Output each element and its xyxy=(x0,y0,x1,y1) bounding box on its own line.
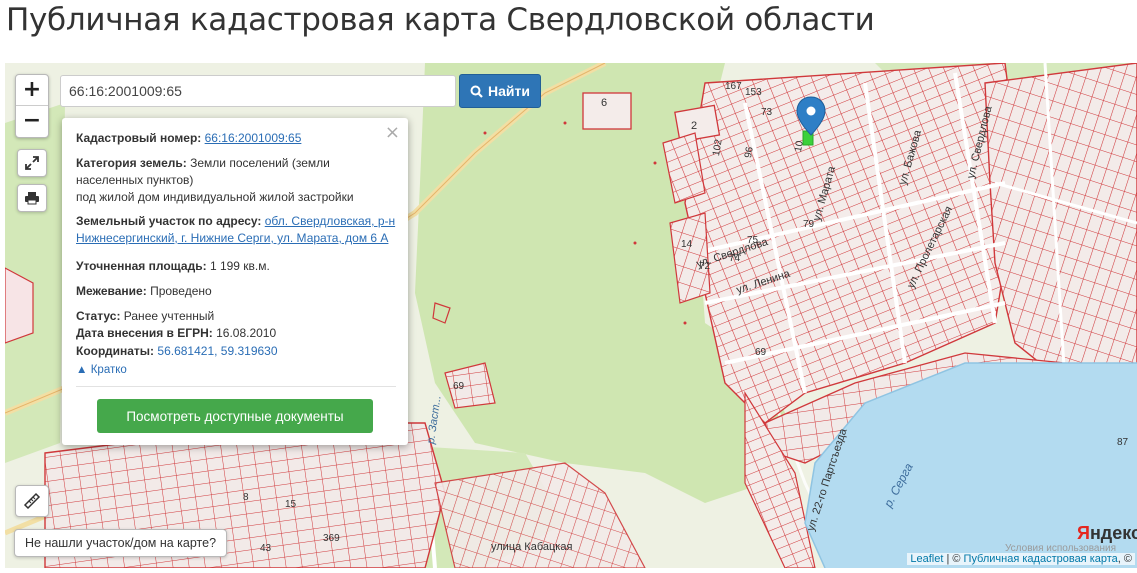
map-view[interactable]: 6 2 167 153 73 102 96 10 14 72 74 75 79 … xyxy=(5,63,1137,568)
area-value: 1 199 кв.м. xyxy=(209,259,270,273)
page-title: Публичная кадастровая карта Свердловской… xyxy=(6,2,875,38)
status-value: Ранее учтенный xyxy=(123,309,215,323)
leaflet-link[interactable]: Leaflet xyxy=(910,553,943,565)
coordinates-row: Координаты: 56.681421, 59.319630 xyxy=(76,343,396,360)
fullscreen-button[interactable] xyxy=(17,149,47,177)
not-found-button[interactable]: Не нашли участок/дом на карте? xyxy=(14,529,228,557)
parcel-number-label: 8 xyxy=(243,492,249,503)
coordinates-label: Координаты: xyxy=(76,344,155,358)
survey-label: Межевание: xyxy=(76,284,147,298)
ruler-icon xyxy=(23,492,41,510)
status-label: Статус: xyxy=(76,309,121,323)
parcel-number-label: 69 xyxy=(755,347,767,358)
parcel-number-label: 10 xyxy=(793,140,806,153)
ruler-button[interactable] xyxy=(15,485,49,517)
address-row: Земельный участок по адресу: обл. Свердл… xyxy=(76,213,396,247)
view-documents-button[interactable]: Посмотреть доступные документы xyxy=(97,399,373,433)
parcel-number-label: 14 xyxy=(681,239,693,250)
cadastral-number-link[interactable]: 66:16:2001009:65 xyxy=(205,131,302,145)
collapse-toggle[interactable]: ▲ Кратко xyxy=(76,361,396,379)
expand-arrows-icon xyxy=(25,156,39,170)
print-button[interactable] xyxy=(17,184,47,212)
collapse-toggle-label: Кратко xyxy=(90,364,127,376)
divider xyxy=(76,386,396,387)
search-button[interactable]: Найти xyxy=(459,74,541,108)
egrn-date-label: Дата внесения в ЕГРН: xyxy=(76,326,213,340)
parcel-number-label: 369 xyxy=(323,533,340,544)
parcel-number-label: 79 xyxy=(803,219,815,230)
zoom-in-button[interactable]: + xyxy=(16,75,48,105)
egrn-date-row: Дата внесения в ЕГРН: 16.08.2010 xyxy=(76,325,396,342)
parcel-info-popup: × Кадастровый номер: 66:16:2001009:65 Ка… xyxy=(62,118,408,445)
parcel-number-label: 96 xyxy=(743,146,756,159)
area-label: Уточненная площадь: xyxy=(76,259,207,273)
status-row: Статус: Ранее учтенный xyxy=(76,308,396,325)
parcel-number-label: 2 xyxy=(691,120,698,132)
printer-icon xyxy=(25,192,39,205)
land-use-value: под жилой дом индивидуальной жилой застр… xyxy=(76,190,354,204)
cadastral-number-label: Кадастровый номер: xyxy=(76,131,202,145)
egrn-date-value: 16.08.2010 xyxy=(216,326,277,340)
source-link[interactable]: Публичная кадастровая карта xyxy=(964,553,1118,565)
land-category-row: Категория земель: Земли поселений (земли… xyxy=(76,155,396,206)
parcel-number-label: 43 xyxy=(260,543,272,554)
search-button-label: Найти xyxy=(488,83,530,99)
address-label: Земельный участок по адресу: xyxy=(76,214,262,228)
zoom-out-button[interactable]: − xyxy=(16,105,48,136)
parcel-number-label: 6 xyxy=(601,97,608,109)
area-row: Уточненная площадь: 1 199 кв.м. xyxy=(76,258,396,275)
parcel-number-label: 167 xyxy=(725,81,742,92)
parcel-number-label: 153 xyxy=(745,87,762,98)
zoom-control: + − xyxy=(15,74,49,138)
survey-row: Межевание: Проведено xyxy=(76,283,396,300)
search-icon xyxy=(470,85,483,98)
map-attribution: Leaflet | © Публичная кадастровая карта,… xyxy=(907,553,1135,565)
yandex-logo: Яндекс xyxy=(1077,523,1137,543)
land-category-label: Категория земель: xyxy=(76,156,187,170)
street-label: улица Кабацкая xyxy=(491,541,573,553)
cadastral-search-input[interactable] xyxy=(60,75,456,107)
survey-value: Проведено xyxy=(150,284,212,298)
caret-up-icon: ▲ xyxy=(76,364,88,376)
parcel-number-label: 87 xyxy=(1117,437,1129,448)
parcel-number-label: 15 xyxy=(285,499,297,510)
parcel-number-label: 73 xyxy=(761,107,773,118)
parcel-number-label: 69 xyxy=(453,381,465,392)
cadastral-number-row: Кадастровый номер: 66:16:2001009:65 xyxy=(76,130,396,147)
coordinates-value: 56.681421, 59.319630 xyxy=(157,344,278,358)
